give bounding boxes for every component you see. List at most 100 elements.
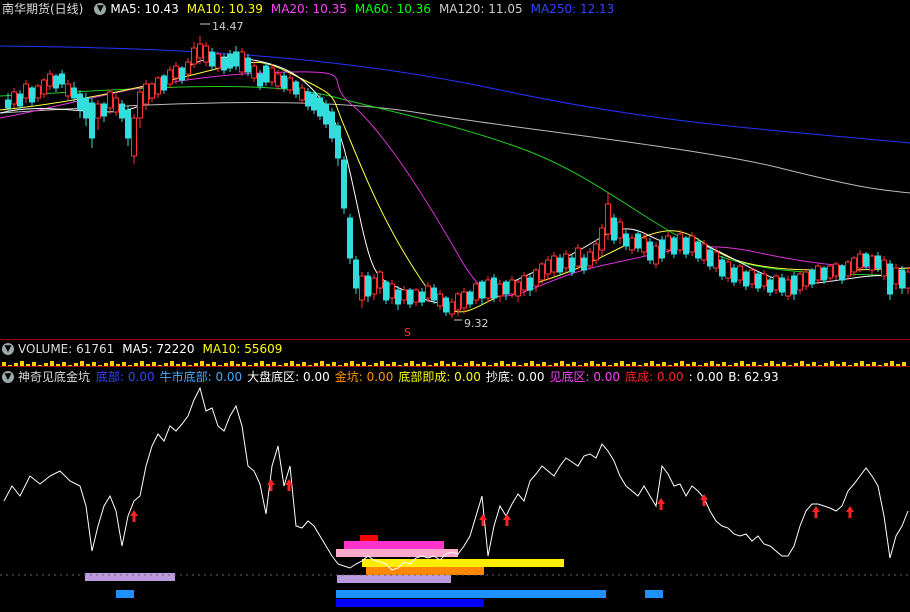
candle-body xyxy=(341,159,347,209)
candle-body xyxy=(557,257,563,273)
candle-body xyxy=(101,103,107,117)
candle-body xyxy=(293,81,299,95)
candle-body xyxy=(437,293,443,307)
indicator-block xyxy=(336,549,458,557)
candle-body xyxy=(233,51,239,67)
candle-body xyxy=(521,275,527,291)
candle-body xyxy=(683,237,689,255)
candle-body xyxy=(443,297,449,313)
high-price-label: 14.47 xyxy=(212,20,244,33)
candle-body xyxy=(155,77,161,95)
candle-body xyxy=(317,97,323,117)
buy-arrow-icon xyxy=(503,514,511,526)
field-bottom: 底部: 0.00 xyxy=(96,370,155,384)
volume-value: VOLUME: 61761 xyxy=(18,342,115,356)
indicator-chart[interactable] xyxy=(0,386,910,612)
candle-body xyxy=(689,235,695,253)
volume-collapse-icon[interactable]: ▼ xyxy=(2,343,14,355)
indicator-block xyxy=(116,590,134,598)
candle-body xyxy=(41,79,47,95)
candle-body xyxy=(773,275,779,291)
main-chart-header: 南华期货(日线) ▼ MA5: 10.43 MA10: 10.39 MA20: … xyxy=(0,0,622,18)
field-buy-bottom: 抄底: 0.00 xyxy=(485,370,545,384)
candle-body xyxy=(863,253,869,267)
ma-line-5 xyxy=(0,56,910,305)
candle-body xyxy=(677,233,683,251)
candle-body xyxy=(35,85,41,99)
indicator-block xyxy=(337,575,451,583)
candle-body xyxy=(251,65,257,79)
candle-body xyxy=(473,283,479,301)
candle-body xyxy=(221,57,227,71)
candle-body xyxy=(713,251,719,269)
candlestick-chart[interactable]: 14.47 9.32 S xyxy=(0,18,910,340)
candle-body xyxy=(665,235,671,251)
candle-body xyxy=(197,43,203,59)
collapse-arrow-icon[interactable]: ▼ xyxy=(94,3,107,15)
candle-body xyxy=(485,279,491,299)
ma10-label: MA10: 10.39 xyxy=(186,2,263,16)
indicator-block xyxy=(85,573,175,581)
candle-body xyxy=(719,259,725,277)
buy-arrow-icon xyxy=(479,514,487,526)
candle-body xyxy=(791,275,797,295)
candle-body xyxy=(743,271,749,287)
candle-body xyxy=(605,203,611,235)
ma-line-4 xyxy=(0,61,910,313)
ma120-label: MA120: 11.05 xyxy=(438,2,523,16)
candle-body xyxy=(569,257,575,273)
ma250-label: MA250: 12.13 xyxy=(530,2,615,16)
field-market-bottom: 大盘底区: 0.00 xyxy=(247,370,330,384)
signal-marker: S xyxy=(404,326,411,339)
candle-body xyxy=(47,73,53,87)
candle-body xyxy=(491,277,497,299)
candle-body xyxy=(59,73,65,85)
candle-body xyxy=(815,265,821,281)
ma60-label: MA60: 10.36 xyxy=(354,2,431,16)
candle-body xyxy=(371,277,377,295)
indicator-block xyxy=(362,559,564,567)
candle-body xyxy=(11,91,17,105)
buy-arrow-icon xyxy=(812,506,820,518)
candle-body xyxy=(887,263,893,295)
candle-body xyxy=(749,269,755,285)
ma20-label: MA20: 10.35 xyxy=(270,2,347,16)
candle-body xyxy=(299,87,305,101)
candle-body xyxy=(875,255,881,269)
candle-body xyxy=(191,47,197,65)
field-b: B: 62.93 xyxy=(728,370,779,384)
volume-ma5: MA5: 72220 xyxy=(122,342,195,356)
candle-body xyxy=(893,267,899,285)
candle-body xyxy=(257,73,263,87)
candle-body xyxy=(209,51,215,67)
candle-body xyxy=(821,267,827,281)
candle-body xyxy=(707,249,713,267)
main-chart-title: 南华期货(日线) xyxy=(2,2,84,16)
candle-body xyxy=(785,279,791,297)
field-gold-pit: 金坑: 0.00 xyxy=(334,370,394,384)
candle-body xyxy=(329,111,335,139)
candle-body xyxy=(263,65,269,83)
candle-body xyxy=(323,103,329,125)
candle-body xyxy=(23,83,29,99)
candle-body xyxy=(275,73,281,87)
candle-body xyxy=(905,271,910,289)
candle-body xyxy=(761,273,767,287)
candle-body xyxy=(827,265,833,279)
indicator-collapse-icon[interactable]: ▼ xyxy=(2,371,14,383)
candle-body xyxy=(767,279,773,293)
volume-chart[interactable] xyxy=(0,358,910,366)
candle-body xyxy=(401,289,407,301)
candle-body xyxy=(173,65,179,79)
candle-body xyxy=(149,83,155,99)
indicator-line xyxy=(3,386,909,571)
candle-body xyxy=(899,269,905,289)
candle-body xyxy=(353,259,359,289)
candle-body xyxy=(779,277,785,293)
candle-body xyxy=(479,281,485,299)
candle-body xyxy=(503,281,509,295)
candle-body xyxy=(515,281,521,297)
candle-body xyxy=(269,67,275,83)
indicator-block xyxy=(344,541,444,549)
candle-body xyxy=(365,275,371,297)
